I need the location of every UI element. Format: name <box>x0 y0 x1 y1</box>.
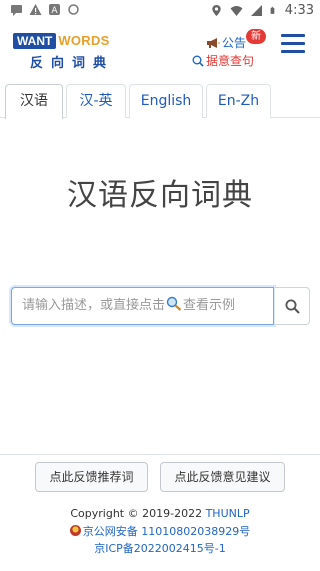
tab-english[interactable]: English <box>129 84 203 118</box>
tab-chinese[interactable]: 汉语 <box>5 84 63 119</box>
search-icon <box>192 55 204 67</box>
alert-icon <box>29 4 42 15</box>
wantwords-logo[interactable]: WANT WORDS 反向词典 <box>13 32 125 71</box>
svg-text:A: A <box>51 6 58 16</box>
circle-icon <box>68 4 79 15</box>
search-button[interactable] <box>275 287 310 325</box>
search-input[interactable]: 请输入描述，或直接点击 查看示例 <box>11 287 274 325</box>
mode-tabs: 汉语 汉-英 English En-Zh <box>0 80 320 119</box>
search-placeholder: 请输入描述，或直接点击 <box>22 298 166 313</box>
message-icon <box>11 5 22 16</box>
copyright-text: Copyright © 2019-2022 <box>70 507 206 520</box>
police-badge-icon <box>69 525 81 536</box>
tab-chinese-english[interactable]: 汉-英 <box>66 84 126 118</box>
notification-icon: A <box>49 4 60 16</box>
page-footer: 点此反馈推荐词 点此反馈意见建议 Copyright © 2019-2022 T… <box>0 454 320 571</box>
feedback-suggestion-button[interactable]: 点此反馈意见建议 <box>160 462 285 492</box>
tab-english-chinese[interactable]: En-Zh <box>206 84 271 118</box>
wifi-icon <box>230 6 243 16</box>
status-left: A <box>10 3 80 16</box>
feedback-recommend-button[interactable]: 点此反馈推荐词 <box>35 462 148 492</box>
signal-icon <box>250 5 262 16</box>
icp-record-link[interactable]: 京ICP备2022002415号-1 <box>0 540 320 556</box>
police-record-text: 京公网安备 11010802038929号 <box>82 525 251 538</box>
magnifier-emoji-icon <box>166 296 182 311</box>
copyright-line: Copyright © 2019-2022 THUNLP <box>0 507 320 520</box>
app-header: WANT WORDS 反向词典 公告 新 据意查句 <box>0 24 320 74</box>
search-bar: 请输入描述，或直接点击 查看示例 <box>11 287 310 325</box>
sentence-search-link[interactable]: 据意查句 <box>192 52 254 69</box>
hamburger-menu-icon[interactable] <box>281 34 305 56</box>
sentence-search-label: 据意查句 <box>206 54 255 68</box>
police-record-link[interactable]: 京公网安备 11010802038929号 <box>0 523 320 539</box>
status-bar: A 4:33 <box>0 0 320 24</box>
notice-link[interactable]: 公告 新 <box>206 29 266 51</box>
status-right: 4:33 <box>210 3 314 18</box>
page-title: 汉语反向词典 <box>67 178 253 213</box>
search-icon <box>285 299 300 314</box>
logo-chinese: 反向词典 <box>30 56 115 71</box>
search-placeholder-suffix: 查看示例 <box>183 298 236 313</box>
location-icon <box>212 5 221 16</box>
notice-label: 公告 <box>222 36 247 50</box>
status-time: 4:33 <box>284 3 314 18</box>
logo-words: WORDS <box>58 33 110 48</box>
logo-wordmark: WANT WORDS <box>13 32 125 49</box>
logo-want: WANT <box>13 32 57 49</box>
thunlp-link[interactable]: THUNLP <box>206 507 250 520</box>
new-badge: 新 <box>246 29 266 44</box>
battery-icon <box>270 6 275 14</box>
megaphone-icon <box>207 37 220 48</box>
